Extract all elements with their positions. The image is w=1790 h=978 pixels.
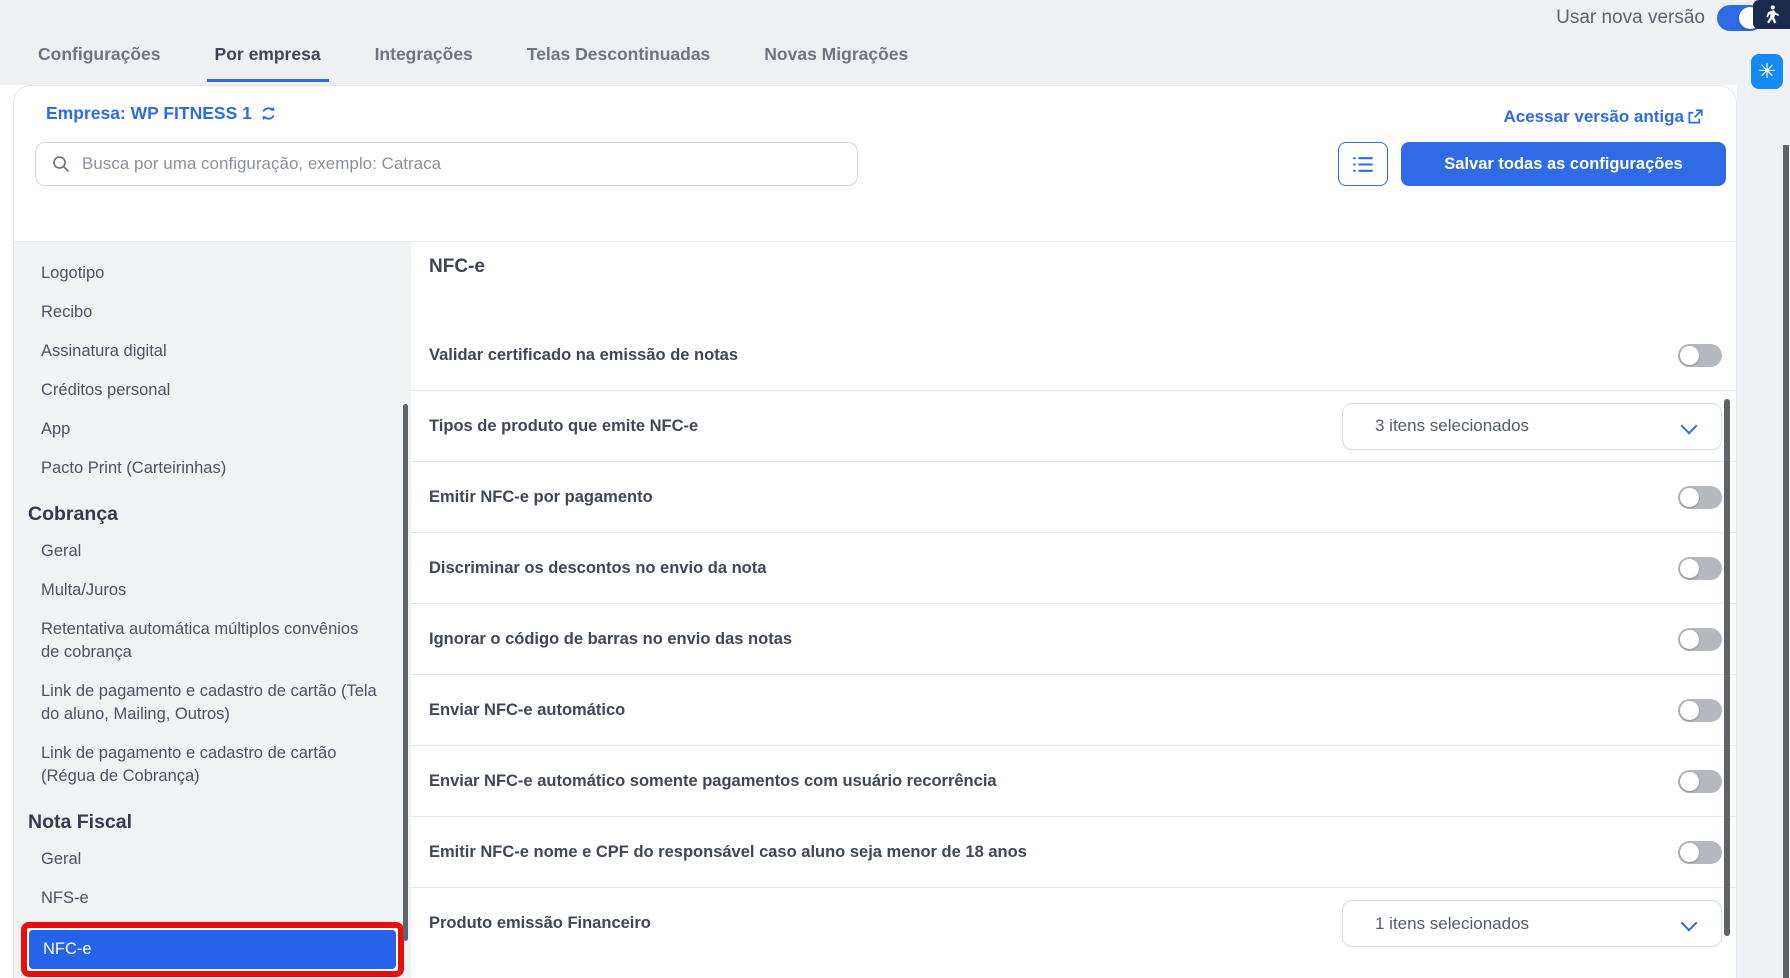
toggle-enviar-nfc-e-automatico-somente-pagamentos-com-usuario-recorrencia[interactable]	[1678, 770, 1722, 793]
tab-configuracoes[interactable]: Configurações	[30, 44, 169, 82]
tab-novas-migracoes[interactable]: Novas Migrações	[756, 44, 916, 82]
new-version-label: Usar nova versão	[1556, 7, 1705, 29]
sidebar-item-retentativa-automatica-multiplos-convenios-de-cobranca[interactable]: Retentativa automática múltiplos convêni…	[14, 610, 411, 672]
sidebar-item-multa-juros[interactable]: Multa/Juros	[14, 571, 411, 610]
settings-card: Empresa: WP FITNESS 1 Acessar versão ant…	[13, 85, 1737, 978]
select-value: 1 itens selecionados	[1343, 914, 1529, 934]
toggle-knob	[1680, 630, 1699, 649]
sidebar-item-link-de-pagamento-e-cadastro-de-cartao-tela-do-aluno-mailing-outros[interactable]: Link de pagamento e cadastro de cartão (…	[14, 672, 411, 734]
sidebar-item-logotipo[interactable]: Logotipo	[14, 254, 411, 293]
old-version-link-label: Acessar versão antiga	[1504, 107, 1685, 127]
list-icon	[1352, 155, 1375, 174]
select-tipos-de-produto-que-emite-nfc-e[interactable]: 3 itens selecionados	[1342, 403, 1722, 450]
card-body: LogotipoReciboAssinatura digitalCréditos…	[14, 242, 1736, 978]
setting-row-enviar-nfc-e-automatico-somente-pagamentos-com-usuario-recorrencia: Enviar NFC-e automático somente pagament…	[411, 746, 1736, 817]
setting-row-emitir-nfc-e-por-pagamento: Emitir NFC-e por pagamento	[411, 462, 1736, 533]
setting-label: Validar certificado na emissão de notas	[429, 346, 1678, 365]
chevron-down-icon	[1681, 915, 1698, 932]
sidebar-item-link-de-pagamento-e-cadastro-de-cartao-regua-de-cobranca[interactable]: Link de pagamento e cadastro de cartão (…	[14, 734, 411, 796]
toggle-enviar-nfc-e-automatico[interactable]	[1678, 699, 1722, 722]
setting-label: Enviar NFC-e automático	[429, 701, 1678, 720]
setting-row-enviar-nfc-e-automatico: Enviar NFC-e automático	[411, 675, 1736, 746]
list-view-button[interactable]	[1338, 142, 1388, 186]
sidebar-scrollbar[interactable]	[403, 404, 408, 941]
setting-label: Tipos de produto que emite NFC-e	[429, 417, 1342, 436]
toggle-knob	[1680, 346, 1699, 365]
settings-page: Usar nova versão Configurações Por empres…	[0, 0, 1790, 978]
search-icon	[52, 155, 70, 173]
settings-sidebar: LogotipoReciboAssinatura digitalCréditos…	[14, 242, 411, 978]
company-selector[interactable]: Empresa: WP FITNESS 1	[46, 103, 277, 124]
external-link-icon	[1687, 109, 1703, 125]
tab-por-empresa[interactable]: Por empresa	[207, 44, 329, 82]
setting-label: Discriminar os descontos no envio da not…	[429, 559, 1678, 578]
new-version-switch-group: Usar nova versão	[1556, 5, 1763, 31]
sidebar-section-cobranca: Cobrança	[14, 488, 411, 532]
sidebar-item-nfc-e[interactable]: NFC-e	[29, 930, 396, 969]
company-label: Empresa: WP FITNESS 1	[46, 103, 252, 124]
sidebar-item-app[interactable]: App	[14, 410, 411, 449]
search-box	[35, 142, 858, 186]
setting-row-validar-certificado-na-emissao-de-notas: Validar certificado na emissão de notas	[411, 320, 1736, 391]
sidebar-item-nfs-e[interactable]: NFS-e	[14, 879, 411, 918]
setting-row-tipos-de-produto-que-emite-nfc-e: Tipos de produto que emite NFC-e3 itens …	[411, 391, 1736, 462]
walking-person-icon	[1764, 5, 1779, 24]
setting-row-produto-emissao-financeiro: Produto emissão Financeiro1 itens seleci…	[411, 888, 1736, 959]
toggle-emitir-nfc-e-nome-e-cpf-do-responsavel-caso-aluno-seja-menor-de-18-anos[interactable]	[1678, 841, 1722, 864]
chatgpt-logo-glyph: ✳	[1758, 59, 1776, 84]
page-scrollbar[interactable]	[1783, 145, 1789, 978]
save-all-settings-button[interactable]: Salvar todas as configurações	[1401, 142, 1726, 186]
toggle-knob	[1680, 701, 1699, 720]
toggle-knob	[1680, 488, 1699, 507]
tab-integracoes[interactable]: Integrações	[367, 44, 481, 82]
setting-label: Emitir NFC-e nome e CPF do responsável c…	[429, 843, 1678, 862]
chevron-down-icon	[1681, 417, 1698, 434]
sidebar-item-geral[interactable]: Geral	[14, 840, 411, 879]
switch-company-icon[interactable]	[260, 106, 277, 121]
accessibility-person-extension-icon[interactable]	[1753, 0, 1790, 29]
setting-label: Enviar NFC-e automático somente pagament…	[429, 772, 1678, 791]
settings-rows: Validar certificado na emissão de notas T…	[411, 320, 1736, 959]
content-scrollbar[interactable]	[1724, 399, 1730, 936]
chatgpt-extension-icon[interactable]: ✳	[1751, 54, 1783, 89]
highlight-box-nfc-e[interactable]: NFC-e	[21, 922, 404, 977]
main-tabs: Configurações Por empresa Integrações Telas…	[30, 44, 916, 82]
setting-label: Produto emissão Financeiro	[429, 914, 1342, 933]
sidebar-list: LogotipoReciboAssinatura digitalCréditos…	[14, 254, 411, 977]
tab-telas-descontinuadas[interactable]: Telas Descontinuadas	[519, 44, 719, 82]
search-input[interactable]	[80, 153, 857, 175]
sidebar-section-nota-fiscal: Nota Fiscal	[14, 796, 411, 840]
access-old-version-link[interactable]: Acessar versão antiga	[1504, 107, 1704, 127]
toggle-ignorar-o-codigo-de-barras-no-envio-das-notas[interactable]	[1678, 628, 1722, 651]
select-value: 3 itens selecionados	[1343, 416, 1529, 436]
toggle-knob	[1680, 559, 1699, 578]
sidebar-item-creditos-personal[interactable]: Créditos personal	[14, 371, 411, 410]
setting-row-discriminar-os-descontos-no-envio-da-nota: Discriminar os descontos no envio da not…	[411, 533, 1736, 604]
toggle-discriminar-os-descontos-no-envio-da-nota[interactable]	[1678, 557, 1722, 580]
toggle-knob	[1680, 843, 1699, 862]
sidebar-item-recibo[interactable]: Recibo	[14, 293, 411, 332]
setting-label: Ignorar o código de barras no envio das …	[429, 630, 1678, 649]
setting-row-ignorar-o-codigo-de-barras-no-envio-das-notas: Ignorar o código de barras no envio das …	[411, 604, 1736, 675]
sidebar-item-geral[interactable]: Geral	[14, 532, 411, 571]
sidebar-item-assinatura-digital[interactable]: Assinatura digital	[14, 332, 411, 371]
toggle-validar-certificado-na-emissao-de-notas[interactable]	[1678, 344, 1722, 367]
sidebar-item-pacto-print-carteirinhas[interactable]: Pacto Print (Carteirinhas)	[14, 449, 411, 488]
select-produto-emissao-financeiro[interactable]: 1 itens selecionados	[1342, 900, 1722, 947]
page-title: NFC-e	[411, 242, 1736, 280]
setting-row-emitir-nfc-e-nome-e-cpf-do-responsavel-caso-aluno-seja-menor-de-18-anos: Emitir NFC-e nome e CPF do responsável c…	[411, 817, 1736, 888]
setting-label: Emitir NFC-e por pagamento	[429, 488, 1678, 507]
settings-content: NFC-e Validar certificado na emissão de …	[411, 242, 1736, 978]
toggle-emitir-nfc-e-por-pagamento[interactable]	[1678, 486, 1722, 509]
toggle-knob	[1680, 772, 1699, 791]
